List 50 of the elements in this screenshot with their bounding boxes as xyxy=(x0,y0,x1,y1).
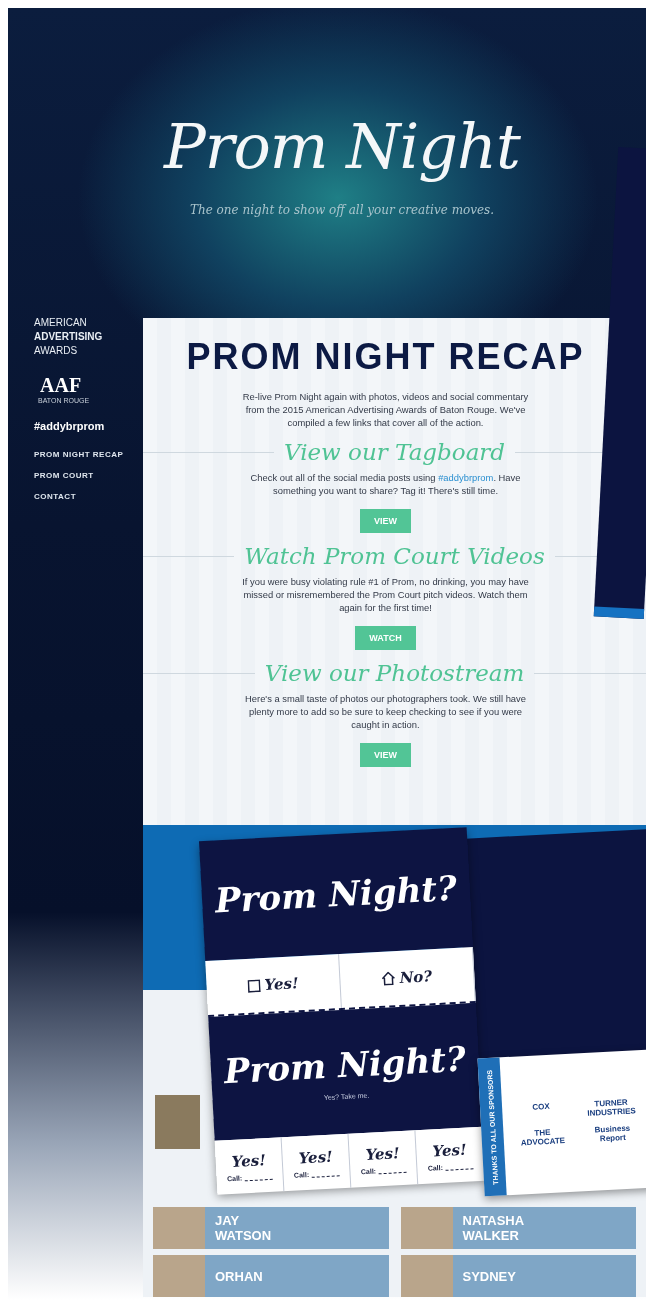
section-text: Check out all of the social media posts using #addybrprom. Have something you want to share? Tag it! There's still time. xyxy=(249,471,522,497)
first-name: ORHAN xyxy=(215,1268,263,1284)
section-heading: View our Photostream xyxy=(264,660,525,686)
last-name: WATSON xyxy=(215,1228,272,1243)
flyer-title: Prom Night? xyxy=(222,1038,467,1091)
photo-placeholder xyxy=(153,1255,205,1297)
section-text: Here's a small taste of photos our photographers took. We still have plenty more to add so be sure to keep checking to see if you were caught in action. xyxy=(244,692,527,731)
option-label: No? xyxy=(399,967,433,987)
photo-placeholder xyxy=(155,1095,200,1149)
section-button[interactable]: VIEW xyxy=(360,743,411,767)
prom-night-logo: Prom Night xyxy=(164,109,520,183)
section-heading: Watch Prom Court Videos xyxy=(244,543,545,569)
sponsor-logo: Business Report xyxy=(593,1122,632,1145)
first-name: SYDNEY xyxy=(462,1268,516,1284)
ticket-label: Yes! xyxy=(231,1150,267,1171)
court-card[interactable]: NATASHA WALKER xyxy=(400,1207,636,1249)
ticket-label: Yes! xyxy=(365,1143,400,1164)
court-card[interactable]: JAY WATSON xyxy=(153,1207,389,1249)
photo-placeholder xyxy=(400,1255,453,1297)
page-title: PROM NIGHT RECAP xyxy=(186,336,586,378)
sponsor-logo: TURNER INDUSTRIES xyxy=(586,1097,637,1119)
nav-link[interactable]: PROM NIGHT RECAP xyxy=(34,450,143,459)
section-text: If you were busy violating rule #1 of Prom, no drinking, you may have missed or misremembered the Prom Court pitch videos. Watch them again for the first time! xyxy=(241,575,530,614)
ticket-label: Yes! xyxy=(298,1147,334,1167)
section-button[interactable]: WATCH xyxy=(355,626,416,650)
ticket-label: Yes! xyxy=(432,1140,467,1160)
section-button[interactable]: VIEW xyxy=(360,509,411,533)
awards-logo-text: AWARDS xyxy=(34,346,79,356)
nav-link[interactable]: PROM COURT xyxy=(34,471,143,480)
option-label: Yes! xyxy=(264,974,299,994)
sponsor-logo: COX xyxy=(531,1100,551,1114)
checkbox-icon xyxy=(247,978,261,993)
intro-text: Re-live Prom Night again with photos, videos and social commentary from the 2015 American Advertising Awards of Baton Rouge. We've compiled a few links that cover all of the action. xyxy=(241,390,530,429)
first-name: JAY xyxy=(215,1213,241,1228)
court-card[interactable]: SYDNEY xyxy=(400,1255,636,1297)
photo-placeholder xyxy=(153,1207,205,1249)
first-name: NATASHA xyxy=(462,1213,525,1228)
section-heading: View our Tagboard xyxy=(283,439,506,465)
awards-logo-text: ADVERTISING xyxy=(34,332,104,342)
awards-logo-text: AMERICAN xyxy=(34,318,88,328)
sponsor-logo: THE ADVOCATE xyxy=(519,1126,567,1148)
tagline: The one night to show off all your creative moves. xyxy=(189,202,495,217)
house-icon xyxy=(381,971,396,986)
photo-placeholder xyxy=(400,1207,453,1249)
court-card[interactable]: ORHAN xyxy=(153,1255,389,1297)
nav-link[interactable]: CONTACT xyxy=(34,492,143,501)
aaf-logo: AAF xyxy=(39,374,82,397)
last-name: WALKER xyxy=(462,1228,520,1243)
flyer-title: Prom Night? xyxy=(214,867,458,921)
hashtag: #addybrprom xyxy=(34,420,106,432)
